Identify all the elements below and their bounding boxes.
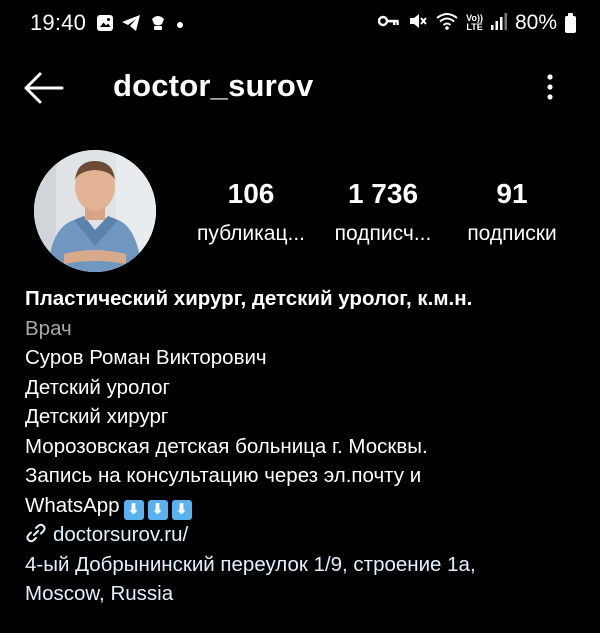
battery-icon xyxy=(565,13,576,33)
bio-line: Детский уролог xyxy=(25,375,171,399)
bio-line: Детский хирург xyxy=(25,405,169,428)
posts-stat[interactable]: 106 публикац... xyxy=(190,178,312,246)
down-arrow-emoji-icon: ⬇ xyxy=(171,499,192,520)
more-vertical-icon xyxy=(547,74,553,100)
bio-address-line[interactable]: 4-ый Добрынинский переулок 1/9, строение… xyxy=(25,550,585,580)
profile-bio: Пластический хирург, детский уролог, к.м… xyxy=(25,284,585,609)
wifi-icon xyxy=(436,12,458,35)
pin-icon xyxy=(148,13,168,38)
more-options-button[interactable] xyxy=(538,70,562,106)
mute-icon xyxy=(408,12,428,35)
profile-header: doctor_surov xyxy=(0,58,600,118)
bio-line-whatsapp: WhatsApp ⬇ ⬇ ⬇ xyxy=(25,491,585,521)
gallery-icon xyxy=(96,14,114,37)
bio-name: Пластический хирург, детский уролог, к.м… xyxy=(25,287,473,310)
bio-line: Морозовская детская больница г. Москвы. xyxy=(25,434,428,458)
status-bar: 19:40 Vo)) LTE 80% xyxy=(0,0,600,48)
volte-icon: Vo)) LTE xyxy=(466,14,483,32)
following-stat[interactable]: 91 подписки xyxy=(454,178,570,246)
signal-icon xyxy=(490,12,507,35)
volte-bottom-label: LTE xyxy=(466,22,483,32)
bio-website-link[interactable]: doctorsurov.ru/ xyxy=(25,520,585,550)
bio-line: Запись на консультацию через эл.почту и xyxy=(25,464,422,487)
battery-percent: 80% xyxy=(514,11,557,34)
following-label: подписки xyxy=(467,222,557,245)
posts-count: 106 xyxy=(227,178,275,209)
back-button[interactable] xyxy=(22,70,66,106)
bio-category: Врач xyxy=(25,316,72,340)
arrow-left-icon xyxy=(24,72,64,104)
link-icon xyxy=(26,523,46,543)
bio-address-line[interactable]: Moscow, Russia xyxy=(25,579,585,609)
key-icon xyxy=(377,14,400,33)
followers-count: 1 736 xyxy=(347,178,419,209)
status-time: 19:40 xyxy=(30,10,87,35)
bio-line: Суров Роман Викторович xyxy=(25,346,267,369)
notification-icons xyxy=(96,13,185,38)
profile-avatar[interactable] xyxy=(34,150,156,272)
posts-label: публикац... xyxy=(196,222,306,245)
telegram-icon xyxy=(121,14,141,37)
bio-website-text: doctorsurov.ru/ xyxy=(53,523,189,546)
dot-icon xyxy=(175,17,185,35)
bio-whatsapp-text: WhatsApp xyxy=(25,493,120,517)
down-arrow-emoji-icon: ⬇ xyxy=(123,499,144,520)
system-icons: Vo)) LTE 80% xyxy=(377,11,576,35)
down-arrow-emoji-icon: ⬇ xyxy=(147,499,168,520)
profile-username: doctor_surov xyxy=(113,68,314,103)
avatar-photo xyxy=(34,150,156,272)
following-count: 91 xyxy=(496,178,528,209)
followers-stat[interactable]: 1 736 подписч... xyxy=(322,178,444,246)
followers-label: подписч... xyxy=(334,222,432,245)
